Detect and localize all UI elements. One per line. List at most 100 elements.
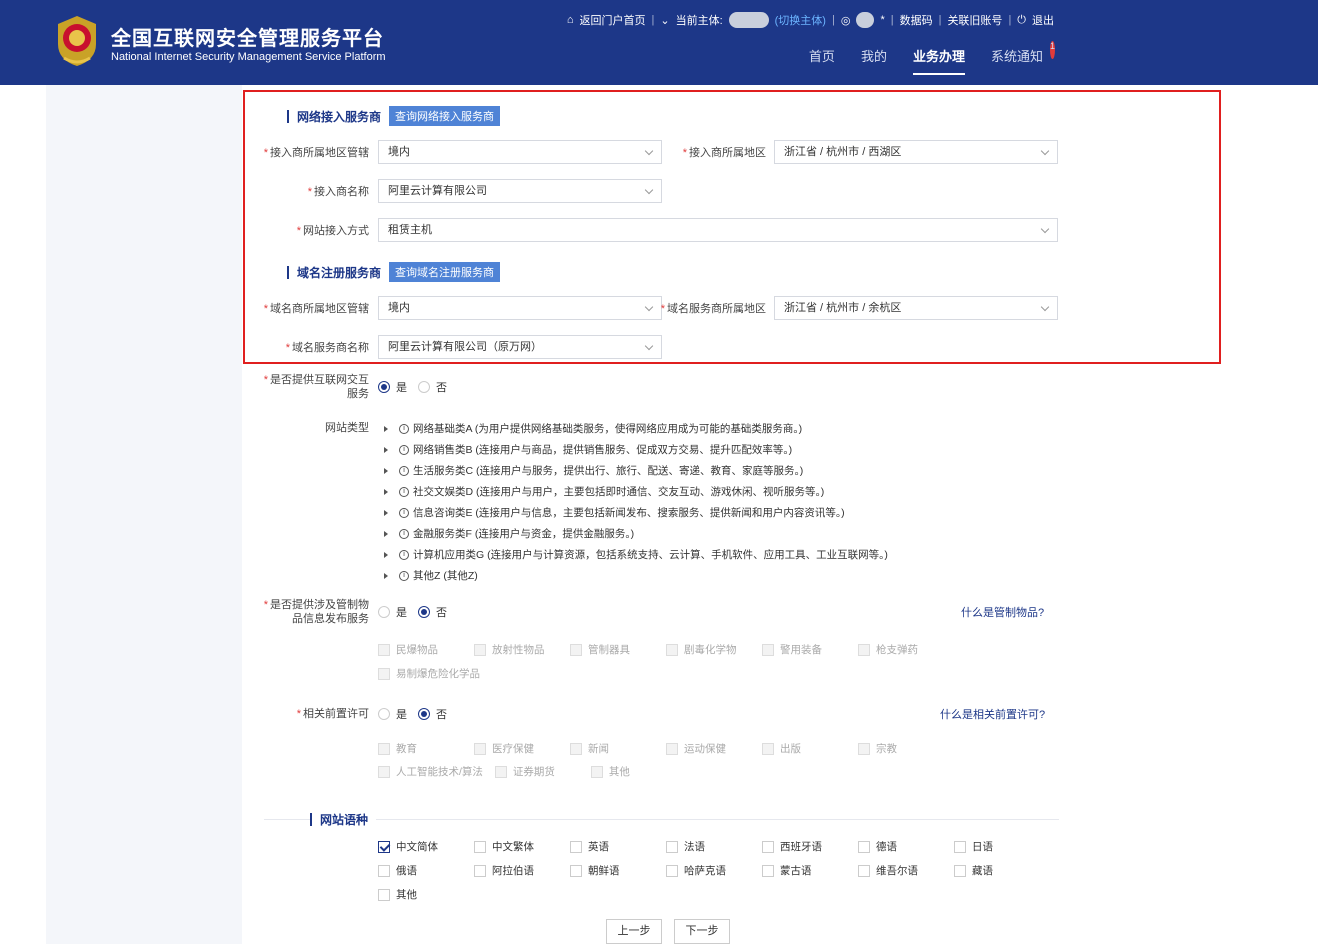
permit-item-checkbox[interactable]: 人工智能技术/算法 <box>378 764 483 779</box>
tree-node[interactable]: i 社交文娱类D (连接用户与用户，主要包括即时通信、交友互动、游戏休闲、视听服务… <box>384 481 888 502</box>
language-checkbox[interactable]: 维吾尔语 <box>858 863 954 878</box>
nav-notify[interactable]: 系统通知 1 <box>991 41 1055 75</box>
info-icon: i <box>399 486 409 497</box>
language-checkbox[interactable]: 英语 <box>570 839 666 854</box>
nav-business[interactable]: 业务办理 <box>912 46 965 75</box>
controlled-yes-radio[interactable]: 是 <box>378 604 407 620</box>
info-icon: i <box>399 465 409 476</box>
language-group: 中文简体 中文繁体 英语 法语 西班牙语 德语 日语 俄语 阿拉伯语 朝鲜语 哈… <box>378 839 1050 902</box>
permit-item-checkbox[interactable]: 新闻 <box>570 741 666 756</box>
permit-items-row2: 人工智能技术/算法 证券期货 其他 <box>378 764 630 779</box>
chevron-down-icon[interactable]: ⌄ <box>660 14 669 27</box>
home-icon: ⌂ <box>566 14 574 26</box>
language-checkbox[interactable]: 阿拉伯语 <box>474 863 570 878</box>
portal-link[interactable]: 返回门户首页 <box>580 12 646 28</box>
access-method-label: * 网站接入方式 <box>296 225 369 237</box>
controlled-item-checkbox[interactable]: 枪支弹药 <box>858 642 954 657</box>
nav-home[interactable]: 首页 <box>809 46 835 75</box>
user-name-masked <box>856 12 875 28</box>
controlled-item-checkbox[interactable]: 易制爆危险化学品 <box>378 666 570 681</box>
nav-mine[interactable]: 我的 <box>861 46 887 75</box>
language-checkbox[interactable]: 藏语 <box>954 863 1050 878</box>
tree-node[interactable]: i 网络销售类B (连接用户与商品，提供销售服务、促成双方交易、提升匹配效率等。) <box>384 439 888 460</box>
controlled-item-checkbox[interactable]: 剧毒化学物 <box>666 642 762 657</box>
caret-right-icon <box>384 488 388 495</box>
caret-right-icon <box>384 425 388 432</box>
site-type-tree: i 网络基础类A (为用户提供网络基础类服务，使得网络应用成为可能的基础类服务商。… <box>384 418 888 586</box>
subject-name-masked <box>728 12 769 28</box>
domain-region-mgmt-select[interactable]: 境内 <box>378 296 662 320</box>
interactive-no-radio[interactable]: 否 <box>418 379 447 395</box>
caret-right-icon <box>384 551 388 558</box>
language-checkbox[interactable]: 中文简体 <box>378 839 474 854</box>
tree-node[interactable]: i 其他Z (其他Z) <box>384 565 888 586</box>
permit-item-checkbox[interactable]: 教育 <box>378 741 474 756</box>
caret-right-icon <box>384 446 388 453</box>
permit-help-link[interactable]: 什么是相关前置许可? <box>940 706 1045 722</box>
domain-region-label: * 域名服务商所属地区 <box>660 303 766 315</box>
access-name-label: * 接入商名称 <box>307 186 369 198</box>
next-step-button[interactable]: 下一步 <box>674 919 730 944</box>
language-checkbox[interactable]: 西班牙语 <box>762 839 858 854</box>
controlled-help-link[interactable]: 什么是管制物品? <box>961 604 1044 620</box>
controlled-item-checkbox[interactable]: 民爆物品 <box>378 642 474 657</box>
tree-node[interactable]: i 金融服务类F (连接用户与资金，提供金融服务。) <box>384 523 888 544</box>
permit-item-checkbox[interactable]: 证券期货 <box>494 764 555 779</box>
top-header: 全国互联网安全管理服务平台 National Internet Security… <box>0 0 1318 85</box>
radio-indicator <box>378 381 390 393</box>
controlled-item-checkbox[interactable]: 警用装备 <box>762 642 858 657</box>
left-sidebar <box>46 85 242 944</box>
section-access-provider: 网络接入服务商 查询网络接入服务商 <box>287 106 501 126</box>
controlled-item-checkbox[interactable]: 管制器具 <box>570 642 666 657</box>
language-checkbox[interactable]: 日语 <box>954 839 1050 854</box>
language-checkbox[interactable]: 其他 <box>378 887 474 902</box>
main-nav: 首页 我的 业务办理 系统通知 1 <box>809 41 1055 75</box>
language-checkbox[interactable]: 法语 <box>666 839 762 854</box>
caret-right-icon <box>384 530 388 537</box>
current-subject-label: 当前主体: <box>675 15 723 27</box>
switch-subject-link[interactable]: (切换主体) <box>775 12 826 28</box>
interactive-yes-radio[interactable]: 是 <box>378 379 407 395</box>
permit-item-checkbox[interactable]: 运动保健 <box>666 741 762 756</box>
controlled-no-radio[interactable]: 否 <box>418 604 447 620</box>
access-name-select[interactable]: 阿里云计算有限公司 <box>378 179 662 203</box>
domain-region-select[interactable]: 浙江省 / 杭州市 / 余杭区 <box>774 296 1058 320</box>
tree-node[interactable]: i 信息咨询类E (连接用户与信息，主要包括新闻发布、搜索服务、提供新闻和用户内容… <box>384 502 888 523</box>
permit-item-checkbox[interactable]: 医疗保健 <box>474 741 570 756</box>
permit-yes-radio[interactable]: 是 <box>378 706 407 722</box>
permit-item-checkbox[interactable]: 宗教 <box>858 741 954 756</box>
section-title: 网站语种 <box>320 813 369 827</box>
language-checkbox[interactable]: 俄语 <box>378 863 474 878</box>
permit-items-group: 教育 医疗保健 新闻 运动保健 出版 宗教 <box>378 741 1050 756</box>
permit-item-checkbox[interactable]: 其他 <box>590 764 630 779</box>
query-domain-provider-button[interactable]: 查询域名注册服务商 <box>389 262 501 282</box>
domain-region-mgmt-label: * 域名商所属地区管辖 <box>263 303 369 315</box>
controlled-item-checkbox[interactable]: 放射性物品 <box>474 642 570 657</box>
info-icon: i <box>399 507 409 518</box>
language-checkbox[interactable]: 朝鲜语 <box>570 863 666 878</box>
data-code-link[interactable]: 数据码 <box>900 12 933 28</box>
info-icon: i <box>399 528 409 539</box>
platform-subtitle: National Internet Security Management Se… <box>111 51 386 63</box>
logout-link[interactable]: 退出 <box>1032 12 1054 28</box>
language-checkbox[interactable]: 德语 <box>858 839 954 854</box>
access-region-select[interactable]: 浙江省 / 杭州市 / 西湖区 <box>774 140 1058 164</box>
prev-step-button[interactable]: 上一步 <box>606 919 662 944</box>
language-checkbox[interactable]: 中文繁体 <box>474 839 570 854</box>
language-checkbox[interactable]: 蒙古语 <box>762 863 858 878</box>
permit-item-checkbox[interactable]: 出版 <box>762 741 858 756</box>
access-method-select[interactable]: 租赁主机 <box>378 218 1058 242</box>
language-checkbox[interactable]: 哈萨克语 <box>666 863 762 878</box>
tree-node[interactable]: i 计算机应用类G (连接用户与计算资源，包括系统支持、云计算、手机软件、应用工具… <box>384 544 888 565</box>
divider <box>264 819 1059 820</box>
domain-name-select[interactable]: 阿里云计算有限公司（原万网） <box>378 335 662 359</box>
tree-node[interactable]: i 生活服务类C (连接用户与服务，提供出行、旅行、配送、寄递、教育、家庭等服务。… <box>384 460 888 481</box>
interactive-service-label: * 是否提供互联网交互服务 <box>263 374 369 400</box>
site-type-label: 网站类型 <box>325 422 369 434</box>
query-access-provider-button[interactable]: 查询网络接入服务商 <box>389 106 501 126</box>
permit-no-radio[interactable]: 否 <box>418 706 447 722</box>
tree-node[interactable]: i 网络基础类A (为用户提供网络基础类服务，使得网络应用成为可能的基础类服务商。… <box>384 418 888 439</box>
access-region-mgmt-select[interactable]: 境内 <box>378 140 662 164</box>
link-old-account-link[interactable]: 关联旧账号 <box>947 12 1002 28</box>
controlled-items-group: 民爆物品 放射性物品 管制器具 剧毒化学物 警用装备 枪支弹药 易制爆危险化学品 <box>378 642 1050 681</box>
